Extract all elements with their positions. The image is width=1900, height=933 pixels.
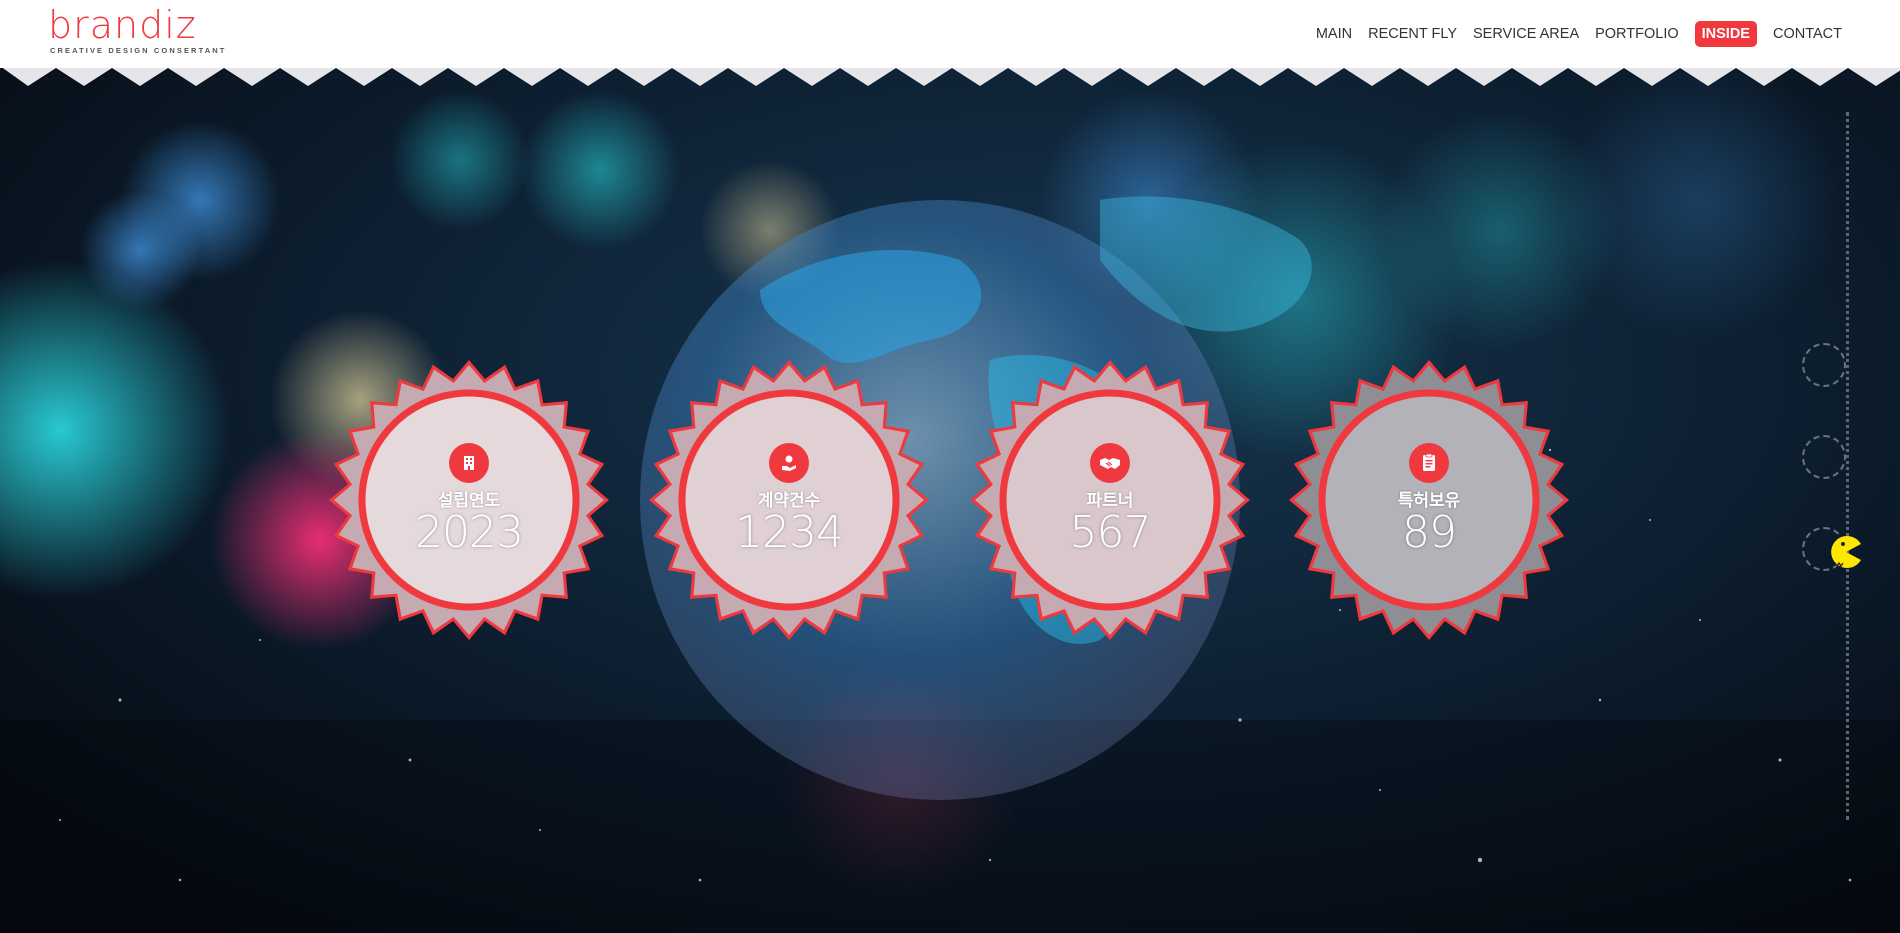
hand-money-icon [769, 443, 809, 483]
side-nav-dot-1[interactable] [1802, 343, 1846, 387]
nav-recent-fly[interactable]: RECENT FLY [1360, 22, 1465, 46]
document-icon [1409, 443, 1449, 483]
stat-value: 89 [1402, 507, 1457, 558]
hero-background [0, 0, 1900, 933]
stat-badge-contracts: 계약건수 1234 [648, 359, 930, 641]
logo-wordmark: brandiz [48, 3, 197, 47]
nav-inside[interactable]: INSIDE [1694, 21, 1757, 47]
site-header: brandiz CREATIVE DESIGN CONSERTANT MAIN … [0, 0, 1900, 68]
logo-tagline: CREATIVE DESIGN CONSERTANT [50, 46, 227, 55]
header-zigzag-divider [0, 66, 1900, 86]
nav-contact[interactable]: CONTACT [1765, 22, 1850, 46]
stat-value: 1234 [735, 507, 844, 558]
nav-service-area[interactable]: SERVICE AREA [1465, 22, 1587, 46]
stat-badge-partners: 파트너 567 [969, 359, 1251, 641]
page: brandiz CREATIVE DESIGN CONSERTANT MAIN … [0, 0, 1900, 933]
nav-portfolio[interactable]: PORTFOLIO [1587, 22, 1687, 46]
stat-value: 2023 [415, 507, 524, 558]
handshake-icon [1090, 443, 1130, 483]
main-nav: MAIN RECENT FLY SERVICE AREA PORTFOLIO I… [1308, 0, 1850, 68]
pacman-icon[interactable] [1829, 535, 1863, 569]
nav-main[interactable]: MAIN [1308, 22, 1360, 46]
side-nav-track [1846, 112, 1849, 820]
stat-value: 567 [1069, 507, 1152, 558]
stat-badge-patents: 특허보유 89 [1288, 359, 1570, 641]
stat-badge-founded: 설립연도 2023 [328, 359, 610, 641]
brand-logo[interactable]: brandiz CREATIVE DESIGN CONSERTANT [48, 3, 228, 58]
building-icon [449, 443, 489, 483]
side-nav-dot-2[interactable] [1802, 435, 1846, 479]
